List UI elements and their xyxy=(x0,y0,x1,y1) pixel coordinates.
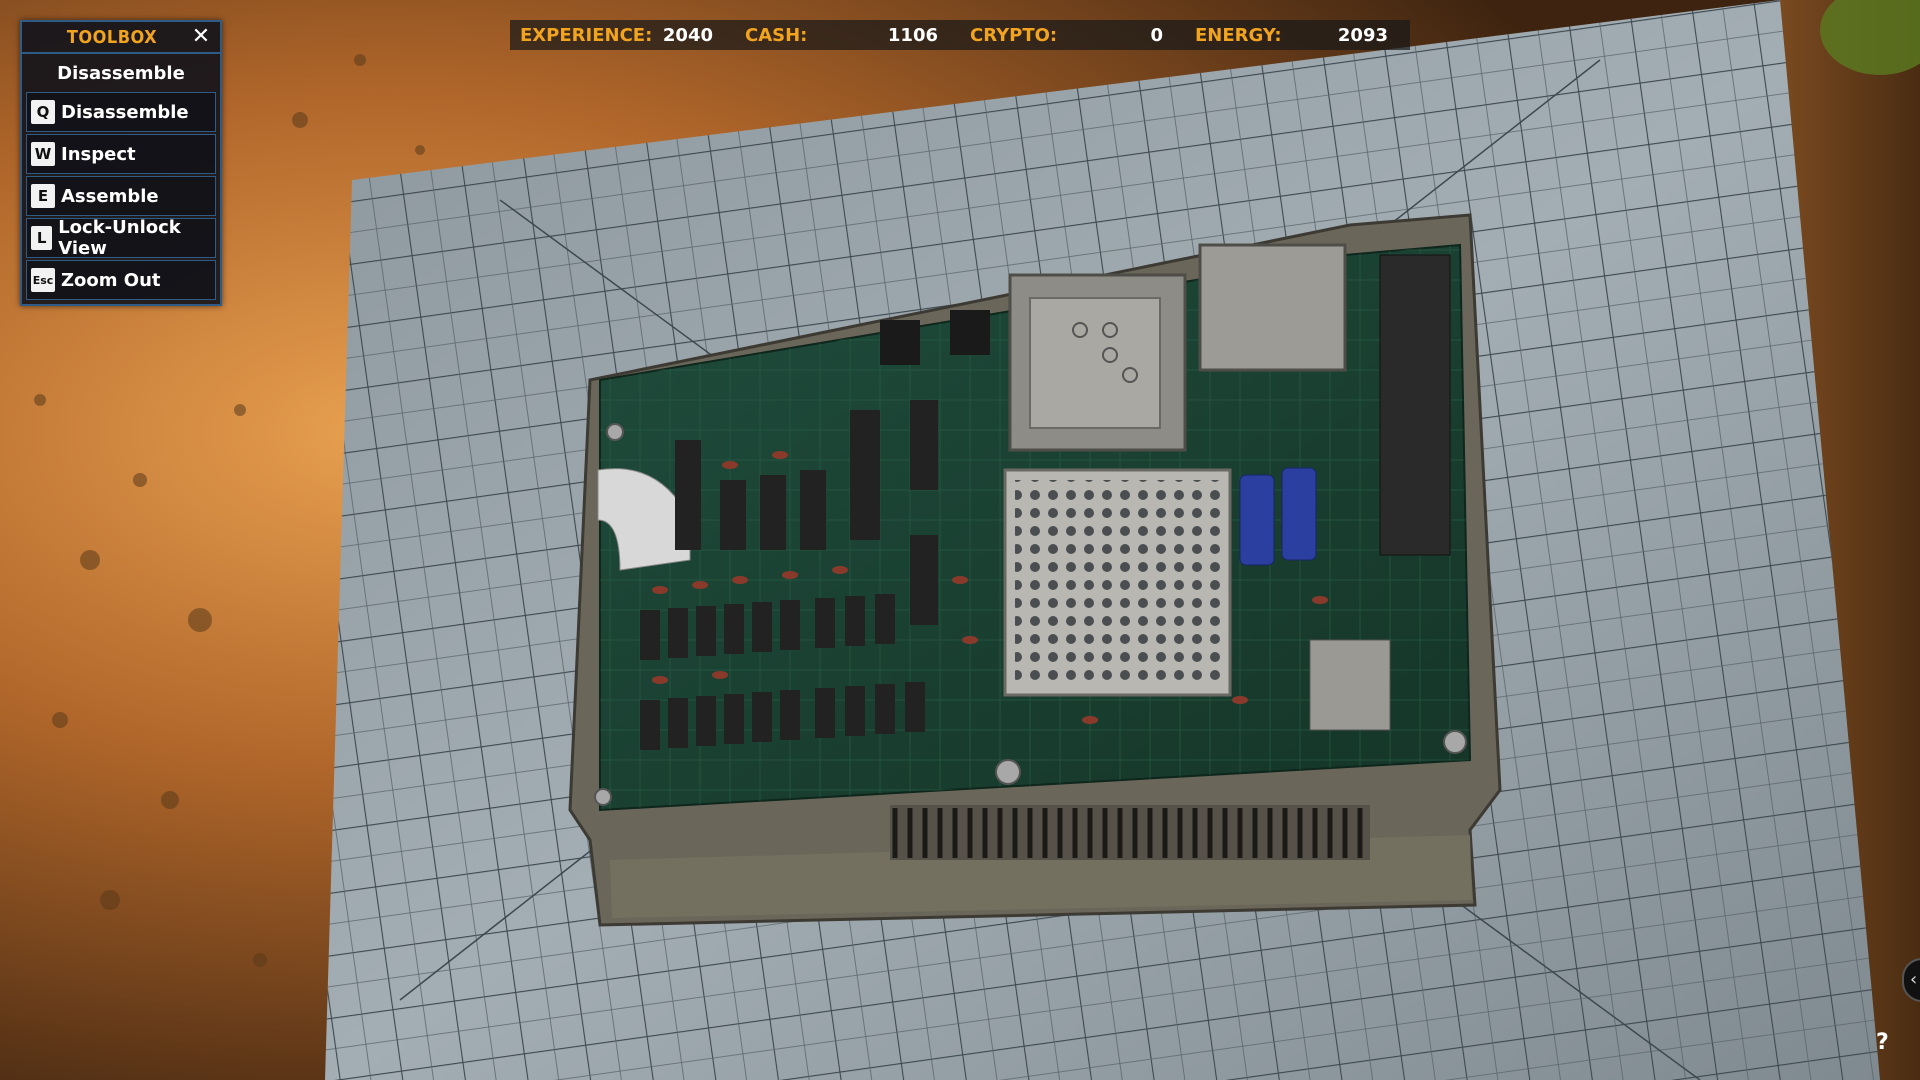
key-esc-icon: Esc xyxy=(31,268,55,292)
zoom-out-button[interactable]: Esc Zoom Out xyxy=(26,260,216,300)
lock-unlock-view-button[interactable]: L Lock-Unlock View xyxy=(26,217,216,259)
energy-label: ENERGY: xyxy=(1195,24,1282,46)
controller-port[interactable] xyxy=(880,320,920,365)
key-w-icon: W xyxy=(31,142,55,166)
cash-label: CASH: xyxy=(745,24,808,46)
stat-experience: EXPERIENCE: 2040 xyxy=(510,25,735,46)
cash-value: 1106 xyxy=(887,24,938,46)
vent-slots xyxy=(890,805,1370,860)
power-jack[interactable] xyxy=(1309,639,1391,731)
disassemble-button[interactable]: Q Disassemble xyxy=(26,92,216,132)
modulator-shield[interactable] xyxy=(1198,243,1347,372)
disassemble-label: Disassemble xyxy=(61,101,189,123)
capacitor[interactable] xyxy=(1281,467,1317,561)
workbench-view[interactable] xyxy=(0,0,1920,1080)
toolbox-header: TOOLBOX ✕ xyxy=(22,22,220,54)
inspect-label: Inspect xyxy=(61,143,136,165)
toolbox-panel: TOOLBOX ✕ Disassemble Q Disassemble W In… xyxy=(20,20,222,306)
stat-crypto: CRYPTO: 0 xyxy=(960,25,1185,46)
help-icon[interactable]: ? xyxy=(1876,1030,1889,1055)
controller-port[interactable] xyxy=(950,310,990,355)
key-e-icon: E xyxy=(31,184,55,208)
energy-value: 2093 xyxy=(1337,24,1388,46)
key-l-icon: L xyxy=(31,226,53,250)
assemble-label: Assemble xyxy=(61,185,159,207)
inspect-button[interactable]: W Inspect xyxy=(26,134,216,174)
zoom-out-label: Zoom Out xyxy=(61,269,161,291)
close-icon[interactable]: ✕ xyxy=(190,26,212,48)
crypto-value: 0 xyxy=(1150,24,1163,46)
stat-cash: CASH: 1106 xyxy=(735,25,960,46)
capacitor[interactable] xyxy=(1239,474,1275,566)
assemble-button[interactable]: E Assemble xyxy=(26,176,216,216)
key-q-icon: Q xyxy=(31,100,55,124)
game-scene[interactable] xyxy=(0,0,1920,1080)
experience-value: 2040 xyxy=(662,24,713,46)
lock-unlock-view-label: Lock-Unlock View xyxy=(58,217,181,259)
toolbox-mode: Disassemble xyxy=(57,62,185,84)
stat-energy: ENERGY: 2093 xyxy=(1185,25,1410,46)
toolbox-title: TOOLBOX xyxy=(66,26,158,48)
experience-label: EXPERIENCE: xyxy=(520,24,653,46)
rear-connectors[interactable] xyxy=(1379,254,1451,556)
crypto-label: CRYPTO: xyxy=(970,24,1058,46)
stats-bar: EXPERIENCE: 2040 CASH: 1106 CRYPTO: 0 EN… xyxy=(510,20,1410,50)
